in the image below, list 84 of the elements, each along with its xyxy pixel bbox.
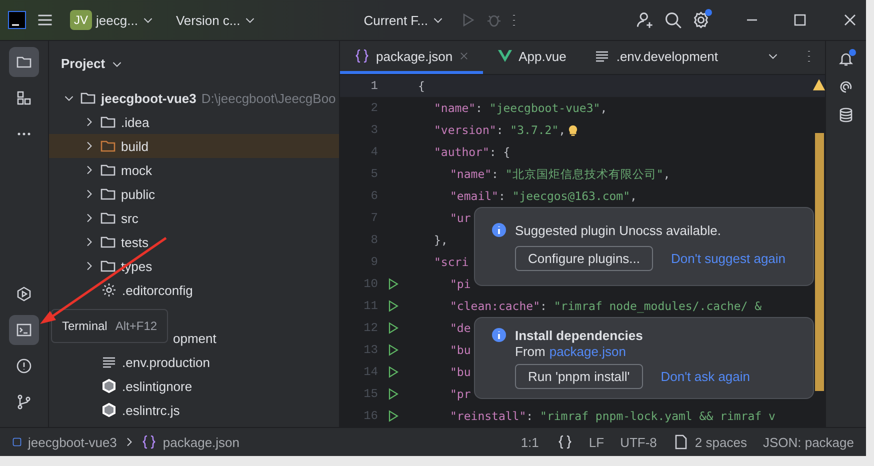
tree-row[interactable]: .eslintrc.js [49, 398, 339, 422]
folder-icon [100, 234, 116, 250]
code-line: "name": "jeecgboot-vue3", [433, 101, 608, 115]
tree-row[interactable]: .idea [49, 110, 339, 134]
braces-icon [556, 434, 573, 450]
more-icon [17, 132, 31, 136]
editor-tab[interactable]: App.vue [482, 41, 580, 74]
code-line: "author": { [433, 145, 510, 159]
configure-plugins-button[interactable]: Configure plugins... [515, 246, 654, 271]
tree-row[interactable]: .env.production [49, 350, 339, 374]
add-user-icon [636, 11, 654, 29]
code-line: "email": "jeecgos@163.com", [449, 189, 637, 203]
indent-setting[interactable]: 2 spaces [694, 434, 747, 450]
code-line: "name": "北京国炬信息技术有限公司", [449, 166, 670, 182]
tree-row[interactable]: mock [49, 158, 339, 182]
notification-title: Install dependencies [515, 328, 643, 342]
code-line: "bu [449, 343, 471, 357]
v-logo-icon [496, 48, 513, 64]
maximize-icon [792, 12, 808, 28]
run-config-dropdown[interactable]: Current F... [358, 8, 450, 32]
tree-item-label[interactable]: opment [173, 330, 216, 346]
panel-title[interactable]: Project [61, 56, 106, 71]
breadcrumb[interactable]: package.json [162, 434, 240, 450]
folder-icon [100, 162, 116, 178]
code-line: "clean:cache": "rimraf node_modules/.cache/ & [449, 299, 762, 313]
editor-tab[interactable]: .env.development [580, 41, 732, 74]
code-line: "ur [449, 211, 471, 225]
run-icon [16, 286, 32, 302]
code-line: "reinstall": "rimraf pnpm-lock.yaml && rimraf v [449, 409, 776, 423]
tree-row[interactable]: build [49, 134, 339, 158]
structure-icon [16, 90, 32, 106]
tree-row[interactable]: .editorconfig [49, 278, 339, 302]
code-line: "bu [449, 365, 471, 379]
caret-position[interactable]: 1:1 [520, 434, 539, 450]
problems-icon [16, 358, 32, 374]
json-schema[interactable]: JSON: package [762, 434, 854, 450]
close-icon [842, 12, 858, 28]
search-icon [664, 11, 682, 29]
tree-row[interactable]: tests [49, 230, 339, 254]
code-line: "scri [433, 255, 469, 269]
encoding[interactable]: UTF-8 [620, 434, 657, 450]
app-logo-icon[interactable] [8, 11, 26, 29]
project-path: D:\jeecgboot\JeecgBoo [201, 90, 336, 106]
braces-icon [354, 48, 370, 64]
notification-text: From [515, 344, 546, 359]
tree-row[interactable]: .eslintignore [49, 374, 339, 398]
folder-icon [100, 210, 116, 226]
folder-icon [100, 186, 116, 202]
info-icon [491, 222, 507, 238]
tree-row[interactable]: jeecgboot-vue3 D:\jeecgboot\JeecgBoo [49, 86, 339, 110]
code-line: { [417, 79, 425, 93]
notification-message: Suggested plugin Unocss available. [515, 222, 721, 238]
terminal-tool-button[interactable] [9, 315, 39, 345]
branch-icon [16, 394, 32, 410]
folder-icon [100, 258, 116, 274]
module-icon [12, 437, 22, 447]
line-ending[interactable]: LF [588, 434, 604, 450]
folder-icon [16, 54, 32, 70]
info-icon [491, 327, 507, 343]
code-line: "pi [449, 277, 471, 291]
tree-row[interactable]: public [49, 182, 339, 206]
folder-icon [80, 90, 96, 106]
file-settings-icon [672, 434, 689, 450]
folder-tool-button[interactable] [9, 47, 39, 77]
tree-row[interactable]: src [49, 206, 339, 230]
run-install-button[interactable]: Run 'pnpm install' [515, 364, 643, 389]
warning-icon [813, 79, 825, 91]
folder-icon [100, 114, 116, 130]
minimize-icon [746, 19, 758, 21]
code-line: }, [433, 233, 448, 247]
vcs-switcher[interactable]: Version c... [170, 8, 262, 32]
code-line: "pr [449, 387, 471, 401]
line-number: 1 [370, 79, 378, 93]
code-line: "version": "3.7.2", [410, 123, 580, 137]
settings-icon [692, 11, 710, 29]
hexagon-icon [101, 402, 117, 418]
code-line: "de [449, 321, 471, 335]
folder-icon [100, 138, 116, 154]
braces-icon [140, 434, 157, 450]
terminal-icon [16, 322, 32, 338]
breadcrumb[interactable]: jeecgboot-vue3 [28, 434, 117, 450]
hexagon-icon [101, 378, 117, 394]
close-icon [458, 51, 469, 61]
project-switcher[interactable]: JV jeecg... [64, 6, 160, 34]
